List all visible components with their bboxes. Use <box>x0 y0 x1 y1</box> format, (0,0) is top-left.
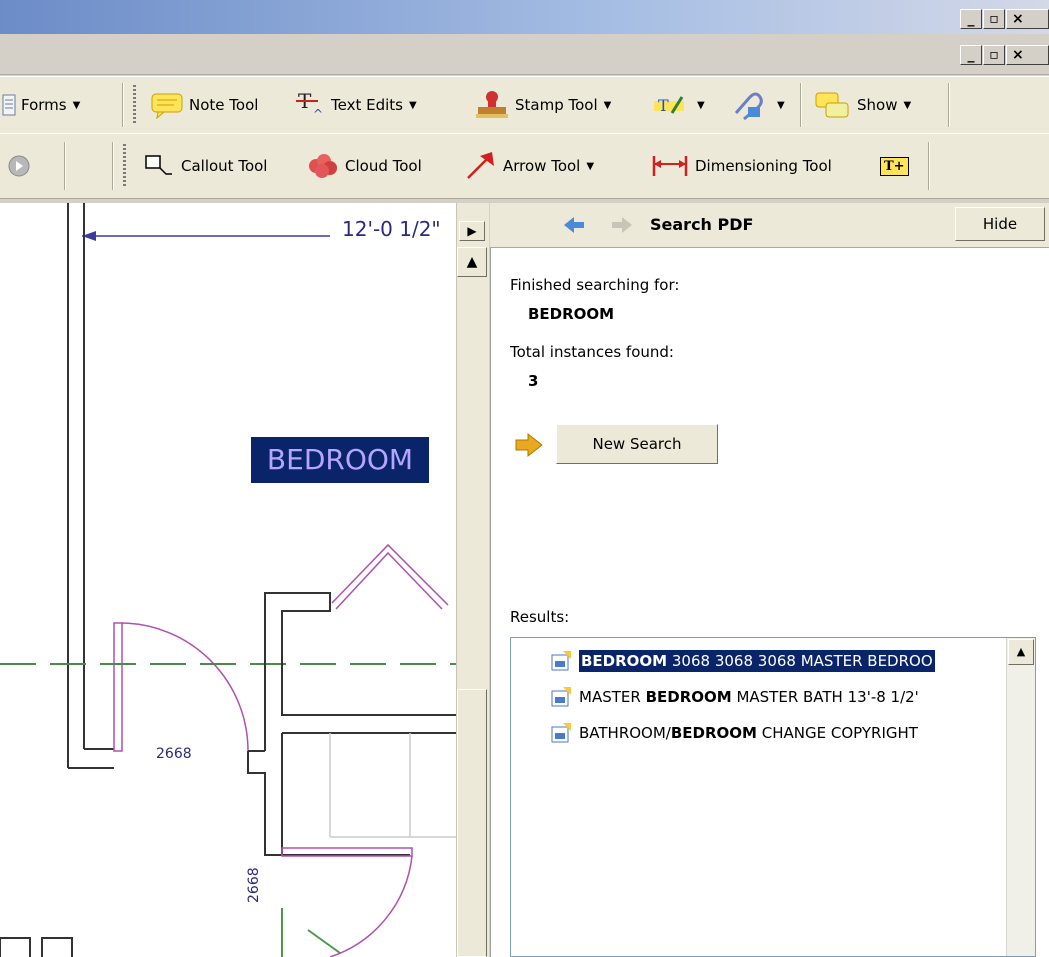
svg-text:^: ^ <box>313 107 323 120</box>
separator <box>800 83 802 127</box>
result-page-icon <box>551 651 571 671</box>
callout-icon <box>145 155 172 175</box>
svg-text:T: T <box>658 96 669 115</box>
forward-arrow-icon[interactable] <box>610 215 634 235</box>
arrow-icon <box>467 152 494 179</box>
toolbar-grip[interactable] <box>123 144 126 188</box>
stamp-tool-label: Stamp Tool <box>515 96 598 114</box>
dimension-label: 12'-0 1/2" <box>342 217 441 241</box>
text-box-icon: T+ <box>880 156 909 176</box>
result-item[interactable]: BEDROOM 3068 3068 3068 MASTER BEDROO <box>551 648 935 674</box>
separator <box>112 142 114 190</box>
results-label: Results: <box>510 608 570 626</box>
forms-icon <box>2 94 16 116</box>
highlight-tool-menu[interactable]: T ▼ <box>652 77 705 133</box>
floor-plan-drawing <box>0 203 456 957</box>
doc-restore-button[interactable]: ▫ <box>983 45 1005 65</box>
drawing-markup-toolbar: Callout Tool Cloud Tool Arrow Tool ▼ Dime… <box>0 133 1049 199</box>
scroll-thumb[interactable] <box>457 689 487 957</box>
total-label: Total instances found: <box>510 343 674 361</box>
separator <box>64 142 66 190</box>
show-label: Show <box>857 96 898 114</box>
arrow-tool-menu[interactable]: Arrow Tool ▼ <box>464 134 594 198</box>
results-scroll-up-button[interactable]: ▲ <box>1008 639 1034 665</box>
note-tool-button[interactable]: Note Tool <box>150 77 258 133</box>
results-list[interactable]: BEDROOM 3068 3068 3068 MASTER BEDROO MAS… <box>510 637 1036 957</box>
toolbar-grip[interactable] <box>133 85 136 125</box>
cloud-tool-button[interactable]: Cloud Tool <box>304 134 422 198</box>
result-item[interactable]: MASTER BEDROOM MASTER BATH 13'-8 1/2' <box>551 684 919 710</box>
callout-tool-button[interactable]: Callout Tool <box>142 134 267 198</box>
document-scrollbar[interactable]: ▶ ▲ <box>456 203 489 957</box>
dimension-icon <box>652 156 688 176</box>
minimize-button[interactable]: _ <box>960 9 982 29</box>
door-label: 2668 <box>156 746 192 762</box>
nav-circle-button[interactable] <box>6 134 37 198</box>
arrow-tool-label: Arrow Tool <box>503 157 581 175</box>
result-context: MASTER <box>579 688 646 706</box>
new-search-button[interactable]: New Search <box>556 424 718 464</box>
text-edits-menu[interactable]: T ^ Text Edits ▼ <box>296 77 417 133</box>
close-button[interactable]: × <box>1006 9 1049 29</box>
back-arrow-icon[interactable] <box>562 215 586 235</box>
text-edits-icon: T^ <box>296 90 323 120</box>
callout-tool-label: Callout Tool <box>181 157 268 175</box>
forms-label: Forms <box>21 96 67 114</box>
text-box-tool-button[interactable]: T+ <box>880 134 909 198</box>
note-icon <box>151 93 183 119</box>
text-edits-label: Text Edits <box>331 96 403 114</box>
result-match: BEDROOM <box>581 652 668 670</box>
separator <box>948 83 950 127</box>
dimensioning-tool-button[interactable]: Dimensioning Tool <box>650 134 832 198</box>
attach-tool-menu[interactable]: ▼ <box>728 77 785 133</box>
title-bar: _ ▫ × <box>0 0 1049 34</box>
doc-close-button[interactable]: × <box>1006 45 1049 65</box>
result-page-icon <box>551 687 571 707</box>
highlight-text-icon: T <box>654 96 684 115</box>
search-term: BEDROOM <box>528 305 615 323</box>
separator <box>928 142 930 190</box>
cloud-icon <box>309 154 337 178</box>
door-label: 2668 <box>246 867 262 903</box>
show-menu[interactable]: Show ▼ <box>812 77 911 133</box>
result-context: MASTER BATH 13'-8 1/2' <box>731 688 919 706</box>
show-comments-icon <box>815 92 849 118</box>
result-context: BATHROOM/ <box>579 724 671 742</box>
dimensioning-tool-label: Dimensioning Tool <box>695 157 832 175</box>
result-context: 3068 3068 3068 MASTER BEDROO <box>667 652 933 670</box>
result-context: CHANGE COPYRIGHT <box>757 724 918 742</box>
cloud-tool-label: Cloud Tool <box>345 157 422 175</box>
restore-button[interactable]: ▫ <box>983 9 1005 29</box>
note-tool-label: Note Tool <box>189 96 259 114</box>
search-highlight[interactable]: BEDROOM <box>251 437 429 483</box>
comment-toolbar: Forms ▼ Note Tool T ^ Text Edits ▼ Stamp To… <box>0 76 1049 134</box>
result-match: BEDROOM <box>645 688 732 706</box>
results-scrollbar[interactable]: ▲ <box>1006 638 1035 956</box>
circle-arrow-icon <box>8 155 30 177</box>
scroll-up-button[interactable]: ▲ <box>457 247 487 277</box>
menu-bar: _ ▫ × <box>0 34 1049 75</box>
search-panel-header: Search PDF Hide <box>490 203 1049 248</box>
result-match: BEDROOM <box>670 724 757 742</box>
new-search-arrow-icon <box>515 432 543 458</box>
forms-menu[interactable]: Forms ▼ <box>2 77 80 133</box>
hide-button[interactable]: Hide <box>955 207 1045 241</box>
panel-collapse-arrow[interactable]: ▶ <box>459 221 485 241</box>
result-page-icon <box>551 723 571 743</box>
document-view[interactable]: 12'-0 1/2" BEDROOM 2668 2668 <box>0 203 456 957</box>
result-item[interactable]: BATHROOM/BEDROOM CHANGE COPYRIGHT <box>551 720 918 746</box>
stamp-tool-menu[interactable]: Stamp Tool ▼ <box>474 77 611 133</box>
separator <box>122 83 124 127</box>
stamp-icon <box>476 91 508 118</box>
finished-label: Finished searching for: <box>510 276 680 294</box>
attach-icon <box>734 92 763 121</box>
doc-minimize-button[interactable]: _ <box>960 45 982 65</box>
total-count: 3 <box>528 372 539 390</box>
search-panel-title: Search PDF <box>650 215 754 234</box>
